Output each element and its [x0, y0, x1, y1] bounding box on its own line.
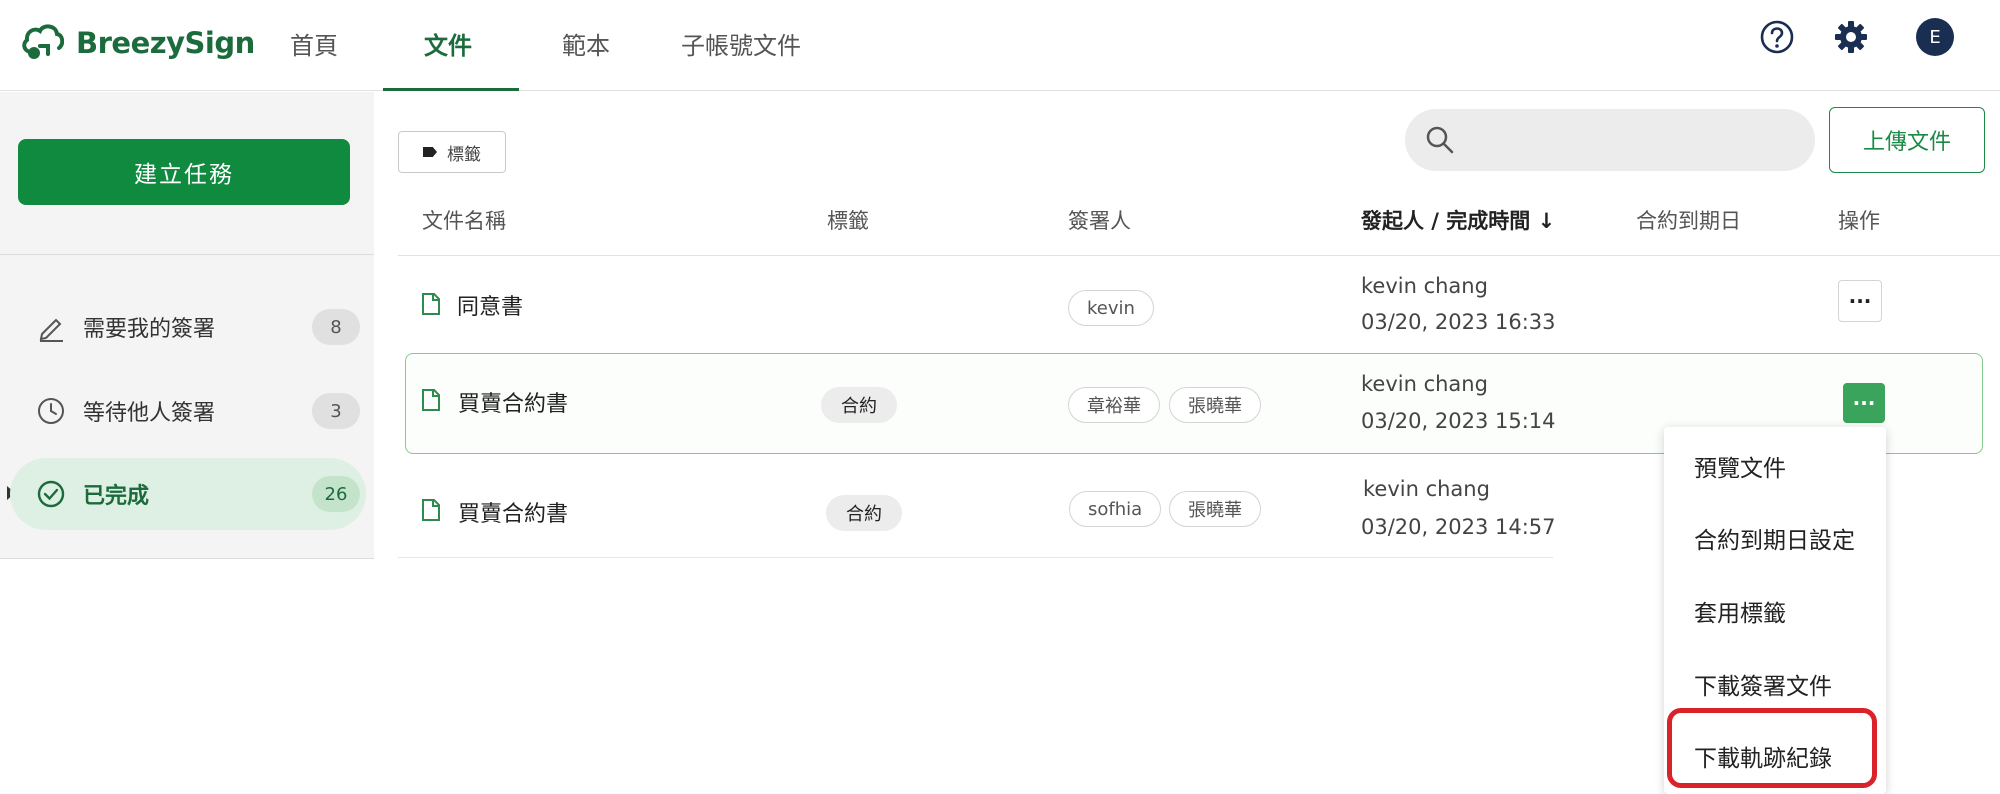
- tag-icon: [423, 147, 437, 157]
- document-name[interactable]: 買賣合約書: [458, 386, 568, 418]
- sidebar-bottom-divider: [0, 558, 374, 559]
- tab-templates[interactable]: 範本: [562, 26, 610, 61]
- sidebar-item-count: 3: [312, 393, 360, 429]
- column-header-sender-time[interactable]: 發起人 / 完成時間 ↓: [1361, 205, 1555, 235]
- check-circle-icon: [35, 478, 67, 510]
- tag-filter-label: 標籤: [447, 144, 481, 165]
- create-task-button[interactable]: 建立任務: [18, 139, 350, 205]
- settings-gear-icon[interactable]: [1832, 18, 1870, 56]
- completed-time: 03/20, 2023 14:57: [1361, 515, 1556, 539]
- sender-name: kevin chang: [1363, 477, 1490, 501]
- sidebar-divider: [0, 254, 374, 255]
- completed-time: 03/20, 2023 16:33: [1361, 310, 1556, 334]
- highlight-box: [1667, 708, 1877, 788]
- top-bar: BreezySign 首頁 文件 範本 子帳號文件 E: [0, 0, 2000, 91]
- logo-cloud-icon: [22, 24, 64, 59]
- search-box[interactable]: [1405, 109, 1815, 171]
- table-bottom-divider: [398, 557, 1553, 558]
- document-name[interactable]: 買賣合約書: [458, 496, 568, 528]
- column-header-sender-time-label: 發起人 / 完成時間: [1361, 209, 1531, 233]
- upload-document-button[interactable]: 上傳文件: [1829, 107, 1985, 173]
- document-icon: [422, 293, 440, 315]
- menu-item-set-due-date[interactable]: 合約到期日設定: [1694, 521, 1855, 555]
- help-icon[interactable]: [1758, 18, 1796, 56]
- column-header-actions: 操作: [1838, 209, 1880, 233]
- completed-time: 03/20, 2023 15:14: [1361, 409, 1556, 433]
- column-header-name[interactable]: 文件名稱: [422, 205, 506, 235]
- sender-name: kevin chang: [1361, 274, 1488, 298]
- document-name[interactable]: 同意書: [457, 289, 523, 321]
- sort-down-arrow-icon: ↓: [1537, 209, 1556, 233]
- tag-chip: 合約: [826, 495, 902, 531]
- signer-chip: sofhia: [1069, 491, 1162, 527]
- clock-icon: [35, 395, 67, 427]
- search-icon: [1426, 126, 1454, 154]
- column-header-tags[interactable]: 標籤: [827, 205, 869, 235]
- signer-chip: kevin: [1068, 290, 1154, 326]
- sidebar-item-count: 8: [312, 309, 360, 345]
- tag-filter-button[interactable]: 標籤: [398, 131, 506, 173]
- sidebar-item-label: 需要我的簽署: [83, 317, 216, 342]
- menu-item-apply-tag[interactable]: 套用標籤: [1694, 594, 1786, 628]
- table-header-divider: [398, 255, 2000, 256]
- document-icon: [422, 499, 440, 521]
- menu-item-preview-document[interactable]: 預覽文件: [1694, 449, 1786, 483]
- tag-chip: 合約: [821, 387, 897, 423]
- sidebar: 建立任務 需要我的簽署 8 等待他人簽署 3 已完成 26: [0, 92, 374, 559]
- column-header-signers[interactable]: 簽署人: [1068, 205, 1131, 235]
- signer-chip: 章裕華: [1068, 387, 1160, 423]
- document-icon: [422, 389, 440, 411]
- sidebar-item-count: 26: [312, 476, 360, 512]
- sidebar-item-label: 等待他人簽署: [83, 401, 216, 426]
- sender-name: kevin chang: [1361, 372, 1488, 396]
- sidebar-item-waiting-for-others[interactable]: 等待他人簽署 3: [10, 375, 366, 447]
- app-logo[interactable]: BreezySign: [20, 22, 255, 64]
- sidebar-item-completed[interactable]: 已完成 26: [10, 458, 366, 530]
- active-tab-indicator: [383, 88, 519, 91]
- row-actions-button[interactable]: ···: [1838, 280, 1882, 322]
- app-name: BreezySign: [76, 26, 255, 60]
- signer-chip: 張曉華: [1169, 387, 1261, 423]
- user-avatar[interactable]: E: [1916, 18, 1954, 56]
- sidebar-item-label: 已完成: [83, 484, 150, 509]
- signer-chip: 張曉華: [1169, 491, 1261, 527]
- menu-item-download-signed-document[interactable]: 下載簽署文件: [1694, 667, 1832, 701]
- pen-icon: [35, 311, 67, 343]
- tab-sub-account-documents[interactable]: 子帳號文件: [681, 26, 801, 61]
- sidebar-item-needs-my-signature[interactable]: 需要我的簽署 8: [10, 291, 366, 363]
- column-header-due-date[interactable]: 合約到期日: [1636, 205, 1741, 235]
- row-actions-button[interactable]: ···: [1843, 383, 1885, 423]
- tab-documents[interactable]: 文件: [424, 26, 472, 61]
- search-input[interactable]: [1465, 128, 1815, 152]
- tab-home[interactable]: 首頁: [290, 26, 338, 61]
